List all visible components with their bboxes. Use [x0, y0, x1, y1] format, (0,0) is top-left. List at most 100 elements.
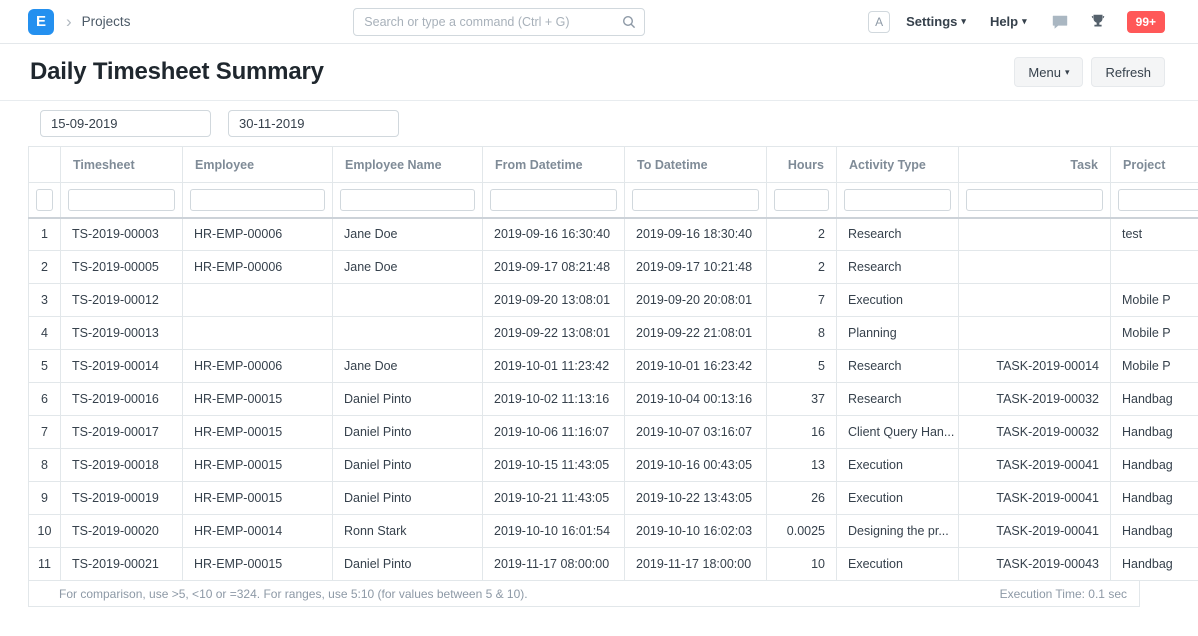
- filter-input-hours[interactable]: [774, 189, 829, 211]
- cell-idx: 11: [29, 548, 61, 581]
- cell-task: [959, 218, 1111, 251]
- filter-input-idx[interactable]: [36, 189, 53, 211]
- cell-idx: 7: [29, 416, 61, 449]
- cell-employee-name: Daniel Pinto: [333, 482, 483, 515]
- cell-idx: 3: [29, 284, 61, 317]
- chevron-down-icon: ▾: [961, 16, 966, 27]
- cell-to-datetime: 2019-10-22 13:43:05: [625, 482, 767, 515]
- filter-input-to-datetime[interactable]: [632, 189, 759, 211]
- cell-timesheet: TS-2019-00021: [61, 548, 183, 581]
- cell-from-datetime: 2019-09-20 13:08:01: [483, 284, 625, 317]
- chat-icon[interactable]: [1051, 13, 1069, 31]
- cell-task: [959, 284, 1111, 317]
- cell-hours: 8: [767, 317, 837, 350]
- cell-project: Handbag: [1111, 416, 1198, 449]
- cell-employee-name: Daniel Pinto: [333, 383, 483, 416]
- cell-from-datetime: 2019-10-06 11:16:07: [483, 416, 625, 449]
- filter-input-timesheet[interactable]: [68, 189, 175, 211]
- cell-hours: 16: [767, 416, 837, 449]
- trophy-icon[interactable]: [1089, 13, 1107, 31]
- cell-project: test: [1111, 218, 1198, 251]
- cell-from-datetime: 2019-10-21 11:43:05: [483, 482, 625, 515]
- help-menu[interactable]: Help ▾: [990, 14, 1027, 29]
- filter-cell-employee: [183, 183, 333, 218]
- cell-hours: 10: [767, 548, 837, 581]
- cell-project: Handbag: [1111, 515, 1198, 548]
- cell-project: Handbag: [1111, 449, 1198, 482]
- cell-activity-type: Execution: [837, 548, 959, 581]
- cell-task: TASK-2019-00032: [959, 416, 1111, 449]
- filter-input-activity-type[interactable]: [844, 189, 951, 211]
- chevron-down-icon: ▾: [1022, 16, 1027, 27]
- cell-idx: 5: [29, 350, 61, 383]
- cell-employee: [183, 284, 333, 317]
- cell-timesheet: TS-2019-00020: [61, 515, 183, 548]
- column-header-employee[interactable]: Employee: [183, 147, 333, 183]
- cell-activity-type: Execution: [837, 482, 959, 515]
- cell-employee-name: Daniel Pinto: [333, 449, 483, 482]
- navbar-actions: A Settings ▾ Help ▾ 99+: [868, 11, 1165, 33]
- report-table-container: TimesheetEmployeeEmployee NameFrom Datet…: [28, 146, 1198, 581]
- cell-employee-name: Jane Doe: [333, 251, 483, 284]
- filter-input-employee[interactable]: [190, 189, 325, 211]
- cell-to-datetime: 2019-09-16 18:30:40: [625, 218, 767, 251]
- cell-activity-type: Research: [837, 350, 959, 383]
- filter-cell-employee-name: [333, 183, 483, 218]
- page-head: Daily Timesheet Summary Menu ▾ Refresh: [0, 44, 1198, 101]
- filter-input-task[interactable]: [966, 189, 1103, 211]
- chevron-right-icon: ›: [66, 13, 72, 30]
- app-logo[interactable]: E: [28, 9, 54, 35]
- column-header-to-datetime[interactable]: To Datetime: [625, 147, 767, 183]
- filter-input-project[interactable]: [1118, 189, 1198, 211]
- column-header-from-datetime[interactable]: From Datetime: [483, 147, 625, 183]
- column-header-task[interactable]: Task: [959, 147, 1111, 183]
- menu-button[interactable]: Menu ▾: [1014, 57, 1083, 87]
- cell-project: Mobile P: [1111, 350, 1198, 383]
- to-date-input[interactable]: [228, 110, 399, 137]
- page-actions: Menu ▾ Refresh: [1014, 57, 1165, 87]
- notifications-badge[interactable]: 99+: [1127, 11, 1165, 33]
- column-header-hours[interactable]: Hours: [767, 147, 837, 183]
- filter-cell-from-datetime: [483, 183, 625, 218]
- search-input[interactable]: [353, 8, 645, 36]
- filter-input-from-datetime[interactable]: [490, 189, 617, 211]
- cell-timesheet: TS-2019-00017: [61, 416, 183, 449]
- breadcrumb[interactable]: Projects: [82, 14, 131, 29]
- cell-timesheet: TS-2019-00014: [61, 350, 183, 383]
- cell-task: [959, 251, 1111, 284]
- from-date-input[interactable]: [40, 110, 211, 137]
- column-header-timesheet[interactable]: Timesheet: [61, 147, 183, 183]
- cell-from-datetime: 2019-10-02 11:13:16: [483, 383, 625, 416]
- cell-idx: 9: [29, 482, 61, 515]
- cell-from-datetime: 2019-09-16 16:30:40: [483, 218, 625, 251]
- cell-from-datetime: 2019-10-10 16:01:54: [483, 515, 625, 548]
- navbar: E › Projects A Settings ▾ Help ▾ 99+: [0, 0, 1198, 44]
- table-row: 9TS-2019-00019HR-EMP-00015Daniel Pinto20…: [29, 482, 1198, 515]
- cell-timesheet: TS-2019-00012: [61, 284, 183, 317]
- cell-idx: 8: [29, 449, 61, 482]
- user-avatar[interactable]: A: [868, 11, 890, 33]
- table-row: 6TS-2019-00016HR-EMP-00015Daniel Pinto20…: [29, 383, 1198, 416]
- column-header-employee-name[interactable]: Employee Name: [333, 147, 483, 183]
- settings-menu[interactable]: Settings ▾: [906, 14, 966, 29]
- cell-timesheet: TS-2019-00019: [61, 482, 183, 515]
- cell-employee: HR-EMP-00006: [183, 218, 333, 251]
- cell-activity-type: Designing the pr...: [837, 515, 959, 548]
- filter-input-employee-name[interactable]: [340, 189, 475, 211]
- cell-hours: 13: [767, 449, 837, 482]
- table-row: 3TS-2019-000122019-09-20 13:08:012019-09…: [29, 284, 1198, 317]
- cell-project: Handbag: [1111, 383, 1198, 416]
- cell-from-datetime: 2019-10-15 11:43:05: [483, 449, 625, 482]
- cell-employee-name: [333, 284, 483, 317]
- column-header-project[interactable]: Project: [1111, 147, 1198, 183]
- cell-from-datetime: 2019-09-22 13:08:01: [483, 317, 625, 350]
- refresh-button[interactable]: Refresh: [1091, 57, 1165, 87]
- filter-cell-hours: [767, 183, 837, 218]
- search-icon: [621, 14, 637, 30]
- table-body: 1TS-2019-00003HR-EMP-00006Jane Doe2019-0…: [29, 218, 1198, 581]
- table-row: 11TS-2019-00021HR-EMP-00015Daniel Pinto2…: [29, 548, 1198, 581]
- cell-project: Mobile P: [1111, 284, 1198, 317]
- menu-button-label: Menu: [1028, 65, 1061, 80]
- column-header-idx[interactable]: [29, 147, 61, 183]
- column-header-activity-type[interactable]: Activity Type: [837, 147, 959, 183]
